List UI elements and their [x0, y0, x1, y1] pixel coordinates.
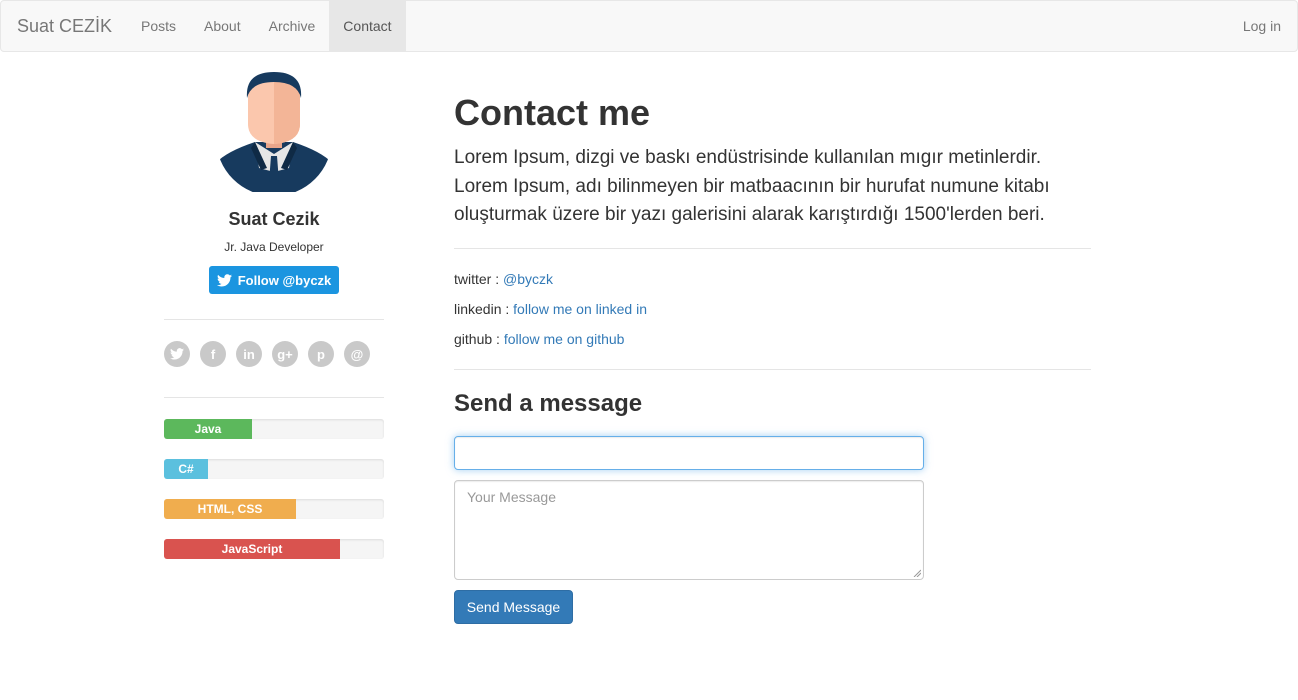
main-divider	[454, 369, 1091, 370]
linkedin-icon[interactable]: in	[236, 341, 262, 367]
twitter-bird-icon	[216, 273, 232, 286]
email-icon[interactable]: @	[344, 341, 370, 367]
nav-item-posts[interactable]: Posts	[127, 1, 190, 51]
login-link[interactable]: Log in	[1243, 1, 1281, 51]
twitter-follow-button[interactable]: Follow @byczk	[209, 266, 339, 294]
message-textarea[interactable]: Your Message	[454, 480, 924, 580]
sidebar-divider	[164, 319, 384, 320]
page-title: Contact me	[454, 92, 651, 133]
linkedin-link[interactable]: follow me on linked in	[513, 301, 647, 317]
skill-bar-csharp: C#	[164, 459, 384, 479]
github-link[interactable]: follow me on github	[504, 331, 625, 347]
name-input[interactable]	[454, 436, 924, 470]
google-plus-icon[interactable]: g+	[272, 341, 298, 367]
nav-item-about[interactable]: About	[190, 1, 255, 51]
brand-link[interactable]: Suat CEZİK	[17, 16, 112, 37]
contact-label: twitter :	[454, 271, 504, 287]
message-placeholder: Your Message	[467, 489, 556, 505]
send-message-title: Send a message	[454, 390, 643, 417]
lead-paragraph: Lorem Ipsum, dizgi ve baskı endüstrisind…	[454, 147, 1050, 225]
main-divider	[454, 248, 1091, 249]
skill-fill: HTML, CSS	[164, 499, 296, 519]
contact-github: github : follow me on github	[454, 331, 624, 347]
pinterest-icon[interactable]: p	[308, 341, 334, 367]
follow-label: Follow @byczk	[237, 272, 332, 288]
social-links: f in g+ p @	[164, 341, 370, 367]
nav-item-archive[interactable]: Archive	[255, 1, 330, 51]
skill-fill: JavaScript	[164, 539, 340, 559]
send-message-button[interactable]: Send Message	[454, 590, 573, 624]
twitter-link[interactable]: @byczk	[503, 271, 553, 287]
sidebar-divider	[164, 397, 384, 398]
resize-handle-icon[interactable]	[913, 569, 921, 577]
main-nav: Posts About Archive Contact	[127, 1, 406, 51]
nav-item-contact[interactable]: Contact	[329, 1, 406, 51]
skill-bar-java: Java	[164, 419, 384, 439]
skill-bar-javascript: JavaScript	[164, 539, 384, 559]
twitter-icon[interactable]	[164, 341, 190, 367]
skill-bar-html-css: HTML, CSS	[164, 499, 384, 519]
avatar	[216, 72, 332, 192]
contact-linkedin: linkedin : follow me on linked in	[454, 301, 647, 317]
top-navbar: Suat CEZİK Posts About Archive Contact L…	[0, 0, 1298, 52]
profile-role: Jr. Java Developer	[224, 240, 324, 254]
contact-label: linkedin :	[454, 301, 514, 317]
skill-fill: C#	[164, 459, 208, 479]
skill-fill: Java	[164, 419, 252, 439]
contact-twitter: twitter : @byczk	[454, 271, 553, 287]
profile-name: Suat Cezik	[228, 209, 320, 229]
contact-label: github :	[454, 331, 504, 347]
facebook-icon[interactable]: f	[200, 341, 226, 367]
